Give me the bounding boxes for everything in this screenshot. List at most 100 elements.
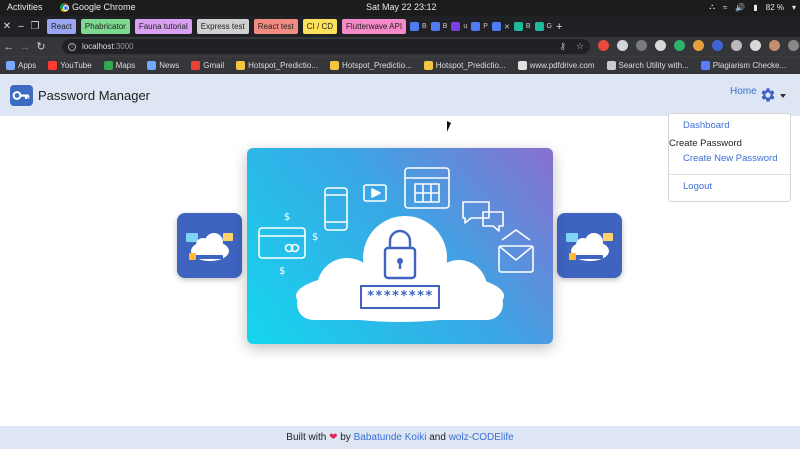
profile-avatar[interactable] [769,40,780,51]
carousel-prev-slide[interactable] [177,213,242,278]
system-top-bar: Activities Google Chrome Sat May 22 23:1… [0,0,800,16]
bookmark-item[interactable]: Search Utility with... [606,61,689,70]
bookmark-item[interactable]: Hotspot_Predictio... [236,61,318,70]
footer-and: and [429,432,446,443]
yahoo-icon [451,22,461,31]
bookmark-item[interactable]: Maps [103,61,135,70]
footer-by: by [340,432,351,443]
bookmark-item[interactable]: Apps [6,61,36,70]
svg-text:$: $ [279,266,285,277]
app-name: Google Chrome [72,2,136,12]
brand-title[interactable]: Password Manager [38,88,150,103]
bookmark-icon [6,61,15,70]
key-logo-icon[interactable] [10,85,33,106]
new-tab-button[interactable]: + [556,19,562,34]
menu-icon[interactable] [788,40,799,51]
back-icon[interactable]: ← [2,41,16,53]
diamond-icon [534,22,544,31]
svg-text:$: $ [284,212,290,223]
tab-mini-2[interactable]: B [430,19,447,34]
menu-item-create-new-password[interactable]: Create New Password [683,153,778,164]
tab-mini-7[interactable]: G [534,19,552,34]
extension-icon[interactable] [617,40,628,51]
tab-strip: ✕ – ❐ React Phabricator Fauna tutorial Expr… [0,16,800,37]
puzzle-icon[interactable] [731,40,742,51]
carousel-next-slide[interactable] [557,213,622,278]
tab-item[interactable]: React test [253,19,298,34]
bookmark-icon [147,61,157,70]
tab-mini-4[interactable]: P [471,19,488,34]
tab-mini-6[interactable]: B [513,19,531,34]
bookmark-item[interactable]: Hotspot_Predictio... [423,61,506,70]
gear-icon[interactable] [759,86,777,104]
star-icon[interactable]: ☆ [576,41,584,52]
system-tray[interactable]: ⛬ ≈ 🔊 ▮ 82 % ▾ [709,2,796,12]
forward-icon[interactable]: → [18,41,32,53]
wifi-icon: ≈ [722,2,728,12]
menu-item-logout[interactable]: Logout [683,181,712,192]
url-host: localhost [82,42,114,51]
tab-mini-1[interactable]: B [410,19,427,34]
power-menu-icon: ▾ [791,2,796,12]
menu-item-dashboard[interactable]: Dashboard [683,120,729,131]
tab-mini-5[interactable]: ✕ [491,19,510,34]
tab-item[interactable]: Flutterwave API [342,19,407,34]
bookmark-label: www.pdfdrive.com [529,61,595,70]
extension-icon[interactable] [655,40,666,51]
bookmark-item[interactable]: Plagiarism Checke... [700,61,786,70]
cloud-lock-thumbnail [566,233,613,261]
bookmark-label: Search Utility with... [618,61,689,70]
cloud-security-illustration: $ $ $ [258,167,534,322]
tab-mini-3[interactable]: u [451,19,467,34]
bookmark-item[interactable]: Gmail [191,61,224,70]
extension-icon[interactable] [693,40,704,51]
bookmark-item[interactable]: News [147,61,179,70]
tab-item[interactable]: React [47,19,76,34]
footer-built-with: Built with [286,432,327,443]
battery-level: 82 % [765,2,784,12]
bookmark-item[interactable]: Hotspot_Predictio... [329,61,412,70]
menu-divider [669,174,790,175]
extensions-area [598,40,799,51]
tab-item[interactable]: Fauna tutorial [134,19,192,34]
password-mask: ******** [366,289,434,304]
chevron-down-icon[interactable] [780,94,786,98]
tab-item[interactable]: Phabricator [80,19,130,34]
minimize-icon[interactable]: – [14,21,28,32]
url-port: :3000 [113,42,134,51]
diamond-icon [513,22,523,31]
org-link[interactable]: wolz-CODElife [449,432,514,443]
tab-list: React Phabricator Fauna tutorial Express te… [42,19,407,34]
home-link[interactable]: Home [730,86,757,97]
bookmark-label: Gmail [203,61,225,70]
key-icon[interactable]: ⚷ [559,41,566,52]
bookmark-item[interactable]: YouTube [48,61,92,70]
author-link[interactable]: Babatunde Koiki [354,432,427,443]
restore-icon[interactable]: ❐ [28,21,42,32]
carousel-active-slide[interactable]: $ $ $ ******** [247,148,553,344]
bookmark-icon [329,61,339,70]
app-navbar: Password Manager Home [0,74,800,116]
app-menu[interactable]: Google Chrome [60,2,136,12]
tab-item[interactable]: CI / CD [302,19,338,34]
bookmark-label: News [159,61,180,70]
extension-icon[interactable] [636,40,647,51]
clock[interactable]: Sat May 22 23:12 [366,2,437,12]
bookmark-icon [236,61,246,70]
close-window-icon[interactable]: ✕ [0,21,14,32]
mouse-cursor [447,121,451,132]
extension-icon[interactable] [598,40,609,51]
activities-button[interactable]: Activities [7,2,43,12]
tab-item[interactable]: Express test [196,19,249,34]
extension-icon[interactable] [674,40,685,51]
url-input[interactable]: i localhost:3000 ⚷ ☆ [62,39,590,54]
bookmark-label: Hotspot_Predictio... [435,61,506,70]
heart-icon: ❤ [329,432,338,443]
reload-icon[interactable]: ↻ [34,40,48,53]
bookmark-icon [517,61,527,70]
media-icon[interactable] [750,40,761,51]
bookmark-icon [700,61,710,70]
bookmark-item[interactable]: www.pdfdrive.com [517,61,595,70]
site-info-icon[interactable]: i [68,42,76,51]
extension-icon[interactable] [712,40,723,51]
